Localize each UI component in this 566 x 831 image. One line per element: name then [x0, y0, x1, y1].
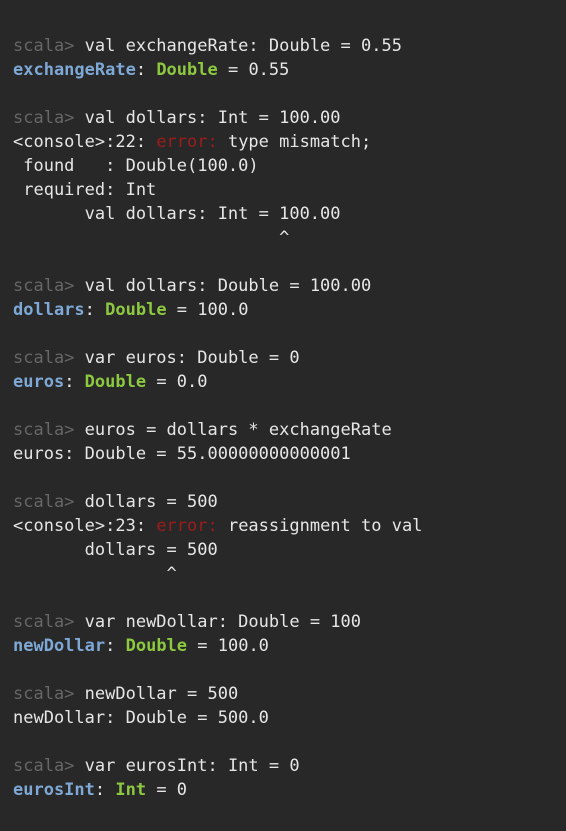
result-name: newDollar	[13, 636, 106, 656]
result-line: euros: Double = 0.0	[13, 370, 566, 394]
result-type: Double	[156, 60, 218, 80]
prompt: scala>	[13, 420, 85, 440]
input-command: euros = dollars * exchangeRate	[84, 420, 392, 440]
input-line: scala> newDollar = 500	[13, 682, 566, 706]
result-separator: :	[135, 60, 157, 80]
result-value: = 100.0	[166, 300, 249, 320]
output-text: val dollars: Int = 100.00	[13, 204, 341, 224]
output-line: dollars = 500	[13, 538, 566, 562]
result-value: = 0.0	[146, 372, 208, 392]
result-line: dollars: Double = 100.0	[13, 298, 566, 322]
error-location: <console>:23:	[13, 516, 157, 536]
result-name: euros	[13, 372, 65, 392]
result-line: exchangeRate: Double = 0.55	[13, 58, 566, 82]
prompt: scala>	[13, 276, 85, 296]
output-line: ^	[13, 226, 566, 250]
scala-repl-terminal[interactable]: scala> val exchangeRate: Double = 0.55 ex…	[0, 0, 566, 831]
input-command: val exchangeRate: Double = 0.55	[84, 36, 402, 56]
result-separator: :	[64, 372, 85, 392]
output-line: euros: Double = 55.00000000000001	[13, 442, 566, 466]
result-separator: :	[84, 300, 106, 320]
input-command: val dollars: Int = 100.00	[84, 108, 341, 128]
input-command: newDollar = 500	[84, 684, 239, 704]
result-separator: :	[105, 636, 126, 656]
input-line: scala> dollars = 500	[13, 490, 566, 514]
output-text: newDollar: Double = 500.0	[13, 708, 269, 728]
prompt: scala>	[13, 348, 85, 368]
error-message: reassignment to val	[217, 516, 423, 536]
output-text: ^	[13, 564, 177, 584]
result-separator: :	[94, 780, 116, 800]
input-line: scala> val dollars: Int = 100.00	[13, 106, 566, 130]
result-name: dollars	[13, 300, 85, 320]
output-text: ^	[13, 228, 290, 248]
output-text: dollars = 500	[13, 540, 218, 560]
result-value: = 100.0	[187, 636, 269, 656]
result-value: = 0	[146, 780, 188, 800]
error-label: error:	[156, 516, 218, 536]
input-command: val dollars: Double = 100.00	[84, 276, 372, 296]
error-location: <console>:22:	[13, 132, 157, 152]
prompt: scala>	[13, 756, 85, 776]
prompt: scala>	[13, 492, 85, 512]
output-line: val dollars: Int = 100.00	[13, 202, 566, 226]
result-name: eurosInt	[13, 780, 95, 800]
output-text: euros: Double = 55.00000000000001	[13, 444, 351, 464]
input-line: scala> var eurosInt: Int = 0	[13, 754, 566, 778]
result-value: = 0.55	[217, 60, 290, 80]
output-line: required: Int	[13, 178, 566, 202]
result-type: Double	[125, 636, 188, 656]
input-command: var newDollar: Double = 100	[84, 612, 361, 632]
result-name: exchangeRate	[13, 60, 136, 80]
result-line: newDollar: Double = 100.0	[13, 634, 566, 658]
output-line: ^	[13, 562, 566, 586]
output-line: found : Double(100.0)	[13, 154, 566, 178]
input-line: scala> val exchangeRate: Double = 0.55	[13, 34, 566, 58]
input-line: scala> var euros: Double = 0	[13, 346, 566, 370]
output-text: found : Double(100.0)	[13, 156, 259, 176]
input-line: scala> var newDollar: Double = 100	[13, 610, 566, 634]
input-command: var eurosInt: Int = 0	[84, 756, 300, 776]
prompt: scala>	[13, 108, 85, 128]
error-line: <console>:22: error: type mismatch;	[13, 130, 566, 154]
prompt: scala>	[13, 36, 85, 56]
error-message: type mismatch;	[217, 132, 372, 152]
error-label: error:	[156, 132, 218, 152]
output-text: required: Int	[13, 180, 157, 200]
result-type: Int	[115, 780, 147, 800]
output-line: newDollar: Double = 500.0	[13, 706, 566, 730]
input-line: scala> euros = dollars * exchangeRate	[13, 418, 566, 442]
result-type: Double	[105, 300, 167, 320]
input-command: dollars = 500	[84, 492, 218, 512]
input-line: scala> val dollars: Double = 100.00	[13, 274, 566, 298]
result-line: eurosInt: Int = 0	[13, 778, 566, 802]
error-line: <console>:23: error: reassignment to val	[13, 514, 566, 538]
input-command: var euros: Double = 0	[84, 348, 300, 368]
prompt: scala>	[13, 612, 85, 632]
result-type: Double	[84, 372, 147, 392]
prompt: scala>	[13, 684, 85, 704]
